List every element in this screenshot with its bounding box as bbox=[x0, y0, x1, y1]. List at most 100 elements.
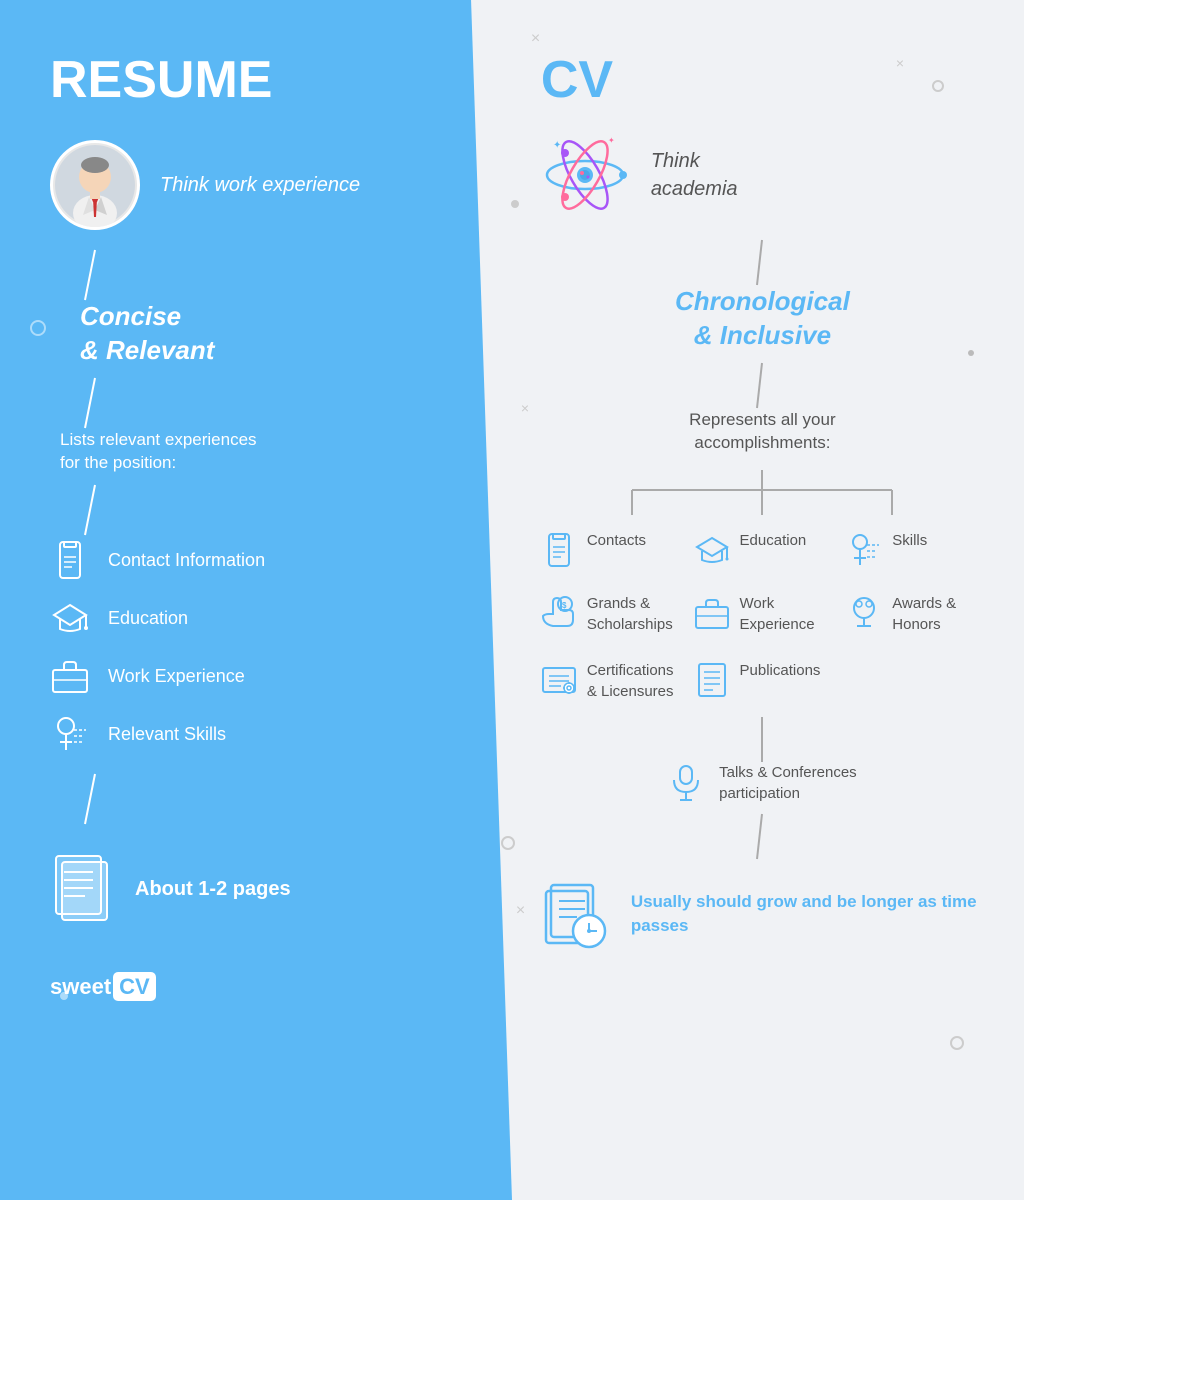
talks-label: Talks & Conferencesparticipation bbox=[719, 762, 857, 804]
atom-icon: ✦ ✦ bbox=[541, 130, 631, 220]
education-icon bbox=[50, 598, 90, 638]
avatar bbox=[50, 140, 140, 230]
decor-dot bbox=[968, 350, 974, 356]
resume-title: RESUME bbox=[50, 50, 472, 110]
list-item: Relevant Skills bbox=[50, 714, 472, 754]
cv-list-item: Contacts bbox=[541, 530, 679, 568]
line-icon bbox=[747, 363, 777, 408]
contacts-icon bbox=[541, 532, 577, 568]
skills-cv-icon bbox=[846, 532, 882, 568]
publications-icon bbox=[694, 662, 730, 698]
list-item: Contact Information bbox=[50, 540, 472, 580]
cv-list-item: Certifications& Licensures bbox=[541, 660, 679, 702]
connector2 bbox=[80, 378, 472, 428]
decor-dot bbox=[932, 80, 944, 92]
concise-label: Concise& Relevant bbox=[80, 300, 472, 368]
education-cv-label: Education bbox=[740, 530, 807, 551]
decor-x: × bbox=[516, 902, 525, 920]
connector-talks bbox=[541, 717, 984, 762]
contacts-label: Contacts bbox=[587, 530, 646, 551]
connector3 bbox=[80, 485, 472, 535]
grow-icon bbox=[541, 879, 611, 949]
cv-list-item: Work Experience bbox=[694, 593, 832, 635]
contact-icon bbox=[50, 540, 90, 580]
cv-list-item: $ Grands &Scholarships bbox=[541, 593, 679, 635]
atom-svg-icon: ✦ ✦ bbox=[543, 133, 628, 218]
cv-title: CV bbox=[541, 50, 984, 110]
connector-center1 bbox=[541, 240, 984, 285]
certifications-label: Certifications& Licensures bbox=[587, 660, 674, 702]
svg-text:✦: ✦ bbox=[608, 136, 615, 145]
education-cv-icon bbox=[694, 532, 730, 568]
right-panel: CV ✦ ✦ bbox=[461, 0, 1024, 1200]
cv-list-item: Skills bbox=[846, 530, 984, 568]
chronological-section: Chronological& Inclusive bbox=[541, 285, 984, 353]
work-icon bbox=[50, 656, 90, 696]
svg-text:$: $ bbox=[562, 601, 567, 610]
avatar-section: Think work experience bbox=[50, 140, 472, 230]
cv-items-grid: Contacts Education bbox=[541, 530, 984, 702]
pages-label: About 1-2 pages bbox=[135, 878, 291, 901]
education-label: Education bbox=[108, 608, 188, 629]
contact-label: Contact Information bbox=[108, 550, 265, 571]
resume-items-list: Contact Information Education bbox=[50, 540, 472, 754]
chronological-label: Chronological& Inclusive bbox=[541, 285, 984, 353]
line-icon bbox=[80, 774, 110, 824]
represents-text: Represents all youraccomplishments: bbox=[541, 408, 984, 456]
document-clock-icon bbox=[541, 879, 611, 949]
pages-section: About 1-2 pages bbox=[50, 854, 472, 924]
decor-dot bbox=[501, 836, 515, 850]
decor-dot bbox=[511, 200, 519, 208]
cv-think-section: ✦ ✦ Thinkacademia bbox=[541, 130, 984, 220]
cv-list-item: Publications bbox=[694, 660, 832, 702]
line-icon bbox=[80, 250, 110, 300]
branch-lines bbox=[541, 470, 984, 515]
connector1 bbox=[80, 250, 472, 300]
skills-icon bbox=[50, 714, 90, 754]
publications-label: Publications bbox=[740, 660, 821, 681]
cv-list-item: Education bbox=[694, 530, 832, 568]
awards-label: Awards &Honors bbox=[892, 593, 956, 635]
think-work-text: Think work experience bbox=[160, 171, 360, 199]
decor-x: × bbox=[531, 30, 540, 48]
connector4 bbox=[80, 774, 472, 824]
left-panel: RESUME Think w bbox=[0, 0, 512, 1200]
cv-list-item: Awards &Honors bbox=[846, 593, 984, 635]
cv-badge: CV bbox=[113, 972, 156, 1001]
work-cv-icon bbox=[694, 595, 730, 631]
decor-dot bbox=[950, 1036, 964, 1050]
decor-dot bbox=[60, 992, 68, 1000]
work-cv-label: Work Experience bbox=[740, 593, 832, 635]
list-item: Work Experience bbox=[50, 656, 472, 696]
awards-icon bbox=[846, 595, 882, 631]
skills-cv-label: Skills bbox=[892, 530, 927, 551]
line-icon bbox=[747, 814, 777, 859]
certifications-icon bbox=[541, 662, 577, 698]
branch-svg-icon bbox=[572, 470, 952, 515]
talks-section: Talks & Conferencesparticipation bbox=[541, 762, 984, 804]
line-icon bbox=[80, 485, 110, 535]
grow-section: Usually should grow and be longer as tim… bbox=[541, 879, 984, 949]
work-label: Work Experience bbox=[108, 666, 245, 687]
grow-text: Usually should grow and be longer as tim… bbox=[631, 890, 984, 938]
grants-label: Grands &Scholarships bbox=[587, 593, 673, 635]
concise-section: Concise& Relevant bbox=[60, 300, 472, 368]
think-academia-text: Thinkacademia bbox=[651, 147, 738, 203]
grants-icon: $ bbox=[541, 595, 577, 631]
sweetcv-logo: sweetCV bbox=[50, 974, 472, 1000]
lists-text: Lists relevant experiencesfor the positi… bbox=[60, 428, 472, 476]
line-icon bbox=[80, 378, 110, 428]
connector-grow bbox=[541, 814, 984, 859]
decor-dot bbox=[30, 320, 46, 336]
decor-x: × bbox=[521, 400, 529, 416]
person-avatar-icon bbox=[55, 145, 135, 225]
pages-icon bbox=[50, 854, 115, 924]
line-icon bbox=[747, 240, 777, 285]
svg-text:✦: ✦ bbox=[553, 140, 561, 151]
talks-icon bbox=[668, 764, 704, 800]
skills-label: Relevant Skills bbox=[108, 724, 226, 745]
line-icon bbox=[747, 717, 777, 762]
connector-center2 bbox=[541, 363, 984, 408]
list-item: Education bbox=[50, 598, 472, 638]
decor-x: × bbox=[896, 55, 904, 71]
